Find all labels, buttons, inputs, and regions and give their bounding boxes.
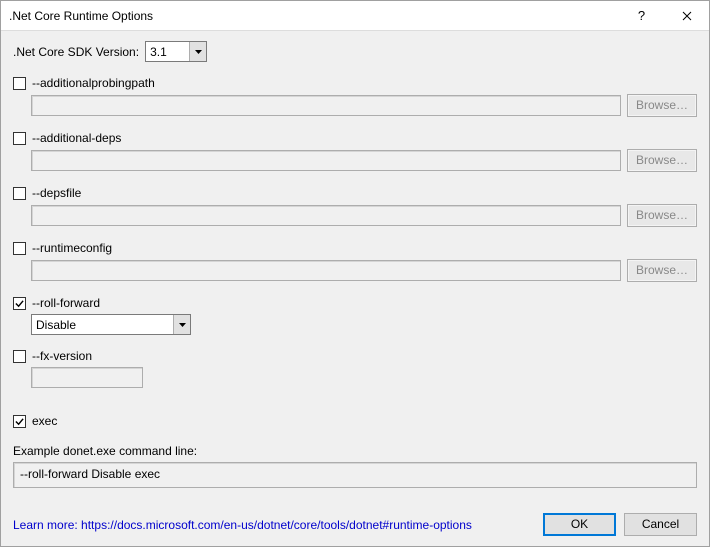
help-icon: ? <box>638 8 645 23</box>
checkbox-depsfile[interactable] <box>13 187 26 200</box>
example-label: Example donet.exe command line: <box>13 444 697 458</box>
label-additionalprobingpath: --additionalprobingpath <box>32 76 155 90</box>
example-command-line: --roll-forward Disable exec <box>13 462 697 488</box>
ok-button[interactable]: OK <box>543 513 616 536</box>
sdk-version-label: .Net Core SDK Version: <box>13 45 139 59</box>
help-button[interactable]: ? <box>619 1 664 31</box>
chevron-down-icon <box>173 315 190 334</box>
input-additionalprobingpath[interactable] <box>31 95 621 116</box>
chevron-down-icon <box>189 42 206 61</box>
browse-runtimeconfig[interactable]: Browse… <box>627 259 697 282</box>
option-roll-forward: --roll-forward Disable <box>13 296 697 343</box>
checkbox-runtimeconfig[interactable] <box>13 242 26 255</box>
checkbox-additional-deps[interactable] <box>13 132 26 145</box>
close-button[interactable] <box>664 1 709 31</box>
label-fx-version: --fx-version <box>32 349 92 363</box>
checkbox-fx-version[interactable] <box>13 350 26 363</box>
browse-additional-deps[interactable]: Browse… <box>627 149 697 172</box>
roll-forward-value: Disable <box>32 318 173 332</box>
checkbox-additionalprobingpath[interactable] <box>13 77 26 90</box>
checkbox-roll-forward[interactable] <box>13 297 26 310</box>
input-fx-version[interactable] <box>31 367 143 388</box>
option-fx-version: --fx-version <box>13 349 697 396</box>
label-additional-deps: --additional-deps <box>32 131 121 145</box>
sdk-version-row: .Net Core SDK Version: 3.1 <box>13 41 697 62</box>
dialog-window: .Net Core Runtime Options ? .Net Core SD… <box>0 0 710 547</box>
label-runtimeconfig: --runtimeconfig <box>32 241 112 255</box>
option-additional-deps: --additional-deps Browse… <box>13 131 697 180</box>
learn-more-prefix: Learn more: <box>13 518 81 532</box>
label-exec: exec <box>32 414 57 428</box>
titlebar: .Net Core Runtime Options ? <box>1 1 709 31</box>
browse-additionalprobingpath[interactable]: Browse… <box>627 94 697 117</box>
input-runtimeconfig[interactable] <box>31 260 621 281</box>
dialog-content: .Net Core SDK Version: 3.1 --additionalp… <box>1 31 709 505</box>
sdk-version-dropdown[interactable]: 3.1 <box>145 41 207 62</box>
input-additional-deps[interactable] <box>31 150 621 171</box>
option-additionalprobingpath: --additionalprobingpath Browse… <box>13 76 697 125</box>
learn-more-link[interactable]: Learn more: https://docs.microsoft.com/e… <box>13 518 535 532</box>
browse-depsfile[interactable]: Browse… <box>627 204 697 227</box>
cancel-button[interactable]: Cancel <box>624 513 697 536</box>
window-title: .Net Core Runtime Options <box>9 9 619 23</box>
dialog-footer: Learn more: https://docs.microsoft.com/e… <box>1 505 709 546</box>
option-exec: exec <box>13 414 697 432</box>
option-runtimeconfig: --runtimeconfig Browse… <box>13 241 697 290</box>
option-depsfile: --depsfile Browse… <box>13 186 697 235</box>
roll-forward-dropdown[interactable]: Disable <box>31 314 191 335</box>
checkbox-exec[interactable] <box>13 415 26 428</box>
input-depsfile[interactable] <box>31 205 621 226</box>
close-icon <box>682 11 692 21</box>
label-depsfile: --depsfile <box>32 186 81 200</box>
learn-more-url: https://docs.microsoft.com/en-us/dotnet/… <box>81 518 472 532</box>
sdk-version-value: 3.1 <box>146 45 189 59</box>
label-roll-forward: --roll-forward <box>32 296 100 310</box>
